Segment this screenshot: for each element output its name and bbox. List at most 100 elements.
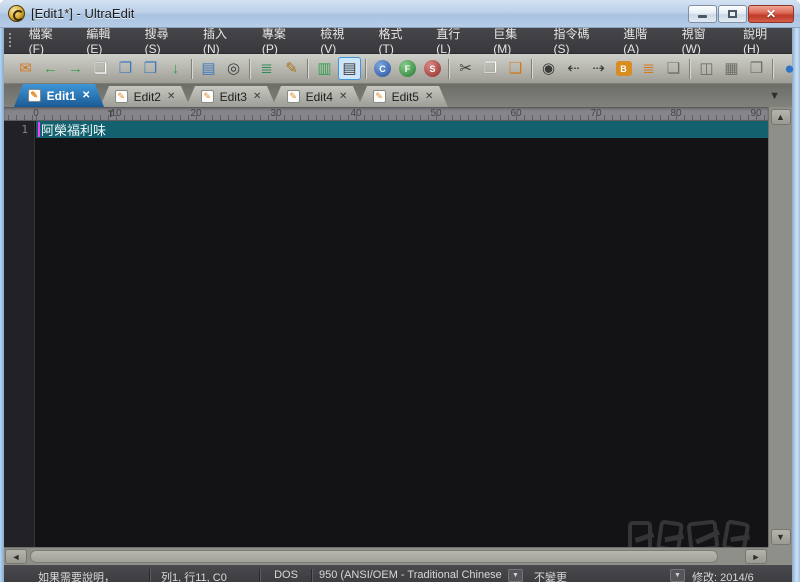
find-prev-icon[interactable]: ⇠	[562, 57, 585, 80]
cursor-position: 列1, 行11, C0	[151, 569, 259, 582]
main-toolbar: ✉ ← → ❏ ❐ ❒ ↓ ▤ ◎ ≣ ✎ ▥ ▤ C F S ✂ ❐ ❑ ◉ …	[4, 54, 792, 84]
ruler-label: 50	[430, 108, 441, 119]
line-number-gutter: 1	[4, 121, 35, 547]
back-icon[interactable]: ←	[39, 57, 62, 80]
copy-icon[interactable]: ❐	[479, 57, 502, 80]
column-mode-icon[interactable]: ▥	[313, 57, 336, 80]
toolbar-separator	[772, 59, 774, 79]
ultraedit-window: [Edit1*] - UltraEdit ✕ 檔案(F) 編輯(E) 搜尋(S)…	[0, 0, 800, 582]
tab-edit3[interactable]: ✎ Edit3 ✕	[186, 86, 276, 107]
tab-edit2[interactable]: ✎ Edit2 ✕	[100, 86, 190, 107]
ruler-label: 20	[190, 108, 201, 119]
minimize-button[interactable]	[688, 5, 717, 23]
forward-icon[interactable]: →	[64, 57, 87, 80]
horizontal-scrollbar[interactable]: ◄ ►	[4, 547, 768, 565]
tab-label: Edit3	[220, 90, 247, 104]
scroll-left-icon[interactable]: ◄	[5, 549, 27, 564]
vertical-scrollbar[interactable]: ▲ ▼	[768, 107, 792, 547]
watermark-mark	[628, 521, 652, 547]
status-bar: 如果需要說明， 列1, 行11, C0 DOS 950 (ANSI/OEM - …	[4, 565, 792, 582]
ultracompare-icon[interactable]: C	[371, 57, 394, 80]
tab-close-icon[interactable]: ✕	[425, 91, 433, 102]
toolbar-separator	[531, 59, 533, 79]
open-file-icon[interactable]: ❐	[114, 57, 137, 80]
split-window-icon[interactable]: ◫	[695, 57, 718, 80]
ftp-open-icon[interactable]: ✉	[14, 57, 37, 80]
tab-edit4[interactable]: ✎ Edit4 ✕	[272, 86, 362, 107]
document-pencil-icon: ✎	[373, 90, 386, 103]
conversion-mode: 不變更	[526, 569, 588, 582]
document-pencil-icon: ✎	[28, 89, 41, 102]
find-icon[interactable]: ◉	[537, 57, 560, 80]
file-encoding: 950 (ANSI/OEM - Traditional Chinese Big5…	[313, 569, 505, 581]
encoding-dropdown-icon[interactable]: ▼	[508, 569, 523, 582]
find-next-icon[interactable]: ⇢	[587, 57, 610, 80]
editor-area[interactable]: 1 阿榮福利味	[4, 121, 768, 547]
cut-icon[interactable]: ✂	[454, 57, 477, 80]
tab-label: Edit5	[392, 90, 419, 104]
save-file-icon[interactable]: ↓	[164, 57, 187, 80]
watermark-mark	[722, 519, 751, 547]
document-tab-bar: ✎ Edit1 ✕ ✎ Edit2 ✕ ✎ Edit3 ✕ ✎ Edit4 ✕ …	[4, 84, 792, 107]
column-ruler: 0 10 20 30 40 50 60 70 80 90 T	[4, 107, 768, 121]
modified-dropdown-icon[interactable]: ▼	[670, 569, 685, 582]
window-border-right	[792, 28, 800, 582]
close-button[interactable]: ✕	[748, 5, 794, 23]
ruler-label: 40	[350, 108, 361, 119]
tab-close-icon[interactable]: ✕	[82, 90, 90, 101]
watermark-mark	[687, 520, 720, 547]
line-text: 阿榮福利味	[41, 121, 106, 139]
watermark	[628, 513, 758, 547]
tab-label: Edit1	[47, 89, 76, 103]
ultrafinder-icon[interactable]: F	[396, 57, 419, 80]
hex-edit-icon[interactable]: ✎	[280, 57, 303, 80]
window-title: [Edit1*] - UltraEdit	[31, 6, 134, 21]
web-globe-icon[interactable]: ●	[778, 57, 800, 80]
maximize-icon	[728, 10, 737, 18]
close-file-icon[interactable]: ❒	[139, 57, 162, 80]
tab-close-icon[interactable]: ✕	[339, 91, 347, 102]
tile-windows-icon[interactable]: ▦	[720, 57, 743, 80]
status-tip: 如果需要說明，	[4, 569, 149, 582]
line-list-icon[interactable]: ▤	[338, 57, 361, 80]
tab-label: Edit4	[306, 90, 333, 104]
tab-close-icon[interactable]: ✕	[253, 91, 261, 102]
bookmark-list-icon[interactable]: ≣	[637, 57, 660, 80]
cascade-windows-icon[interactable]: ❒	[745, 57, 768, 80]
toolbar-separator	[249, 59, 251, 79]
ultrasentry-icon[interactable]: S	[421, 57, 444, 80]
print-preview-icon[interactable]: ◎	[222, 57, 245, 80]
scrollbar-corner	[768, 547, 792, 565]
document-pencil-icon: ✎	[287, 90, 300, 103]
text-caret	[38, 122, 40, 137]
tab-stop-marker: T	[108, 109, 114, 119]
toolbar-separator	[689, 59, 691, 79]
ruler-label: 30	[270, 108, 281, 119]
new-file-icon[interactable]: ❏	[89, 57, 112, 80]
maximize-button[interactable]	[718, 5, 747, 23]
tab-label: Edit2	[134, 90, 161, 104]
minimize-icon	[698, 15, 707, 18]
menu-grip[interactable]	[7, 33, 15, 49]
menu-bar: 檔案(F) 編輯(E) 搜尋(S) 插入(N) 專案(P) 檢視(V) 格式(T…	[4, 28, 792, 54]
editor-active-line[interactable]: 阿榮福利味	[36, 121, 768, 138]
find-in-files-icon[interactable]: ❏	[662, 57, 685, 80]
scroll-right-icon[interactable]: ►	[745, 549, 767, 564]
horizontal-scroll-thumb[interactable]	[30, 550, 718, 563]
window-controls: ✕	[687, 5, 794, 23]
ruler-label: 0	[33, 108, 39, 119]
tab-close-icon[interactable]: ✕	[167, 91, 175, 102]
toolbar-separator	[365, 59, 367, 79]
tab-edit5[interactable]: ✎ Edit5 ✕	[358, 86, 448, 107]
scroll-down-icon[interactable]: ▼	[771, 529, 791, 545]
paste-icon[interactable]: ❑	[504, 57, 527, 80]
tab-list-dropdown-icon[interactable]: ▼	[769, 90, 780, 102]
tab-edit1[interactable]: ✎ Edit1 ✕	[14, 84, 104, 107]
sort-options-icon[interactable]: ≣	[255, 57, 278, 80]
print-icon[interactable]: ▤	[197, 57, 220, 80]
vertical-scroll-track[interactable]	[769, 127, 792, 527]
scroll-up-icon[interactable]: ▲	[771, 109, 791, 125]
toolbar-separator	[307, 59, 309, 79]
ruler-label: 60	[510, 108, 521, 119]
bookmark-icon[interactable]: B	[612, 57, 635, 80]
